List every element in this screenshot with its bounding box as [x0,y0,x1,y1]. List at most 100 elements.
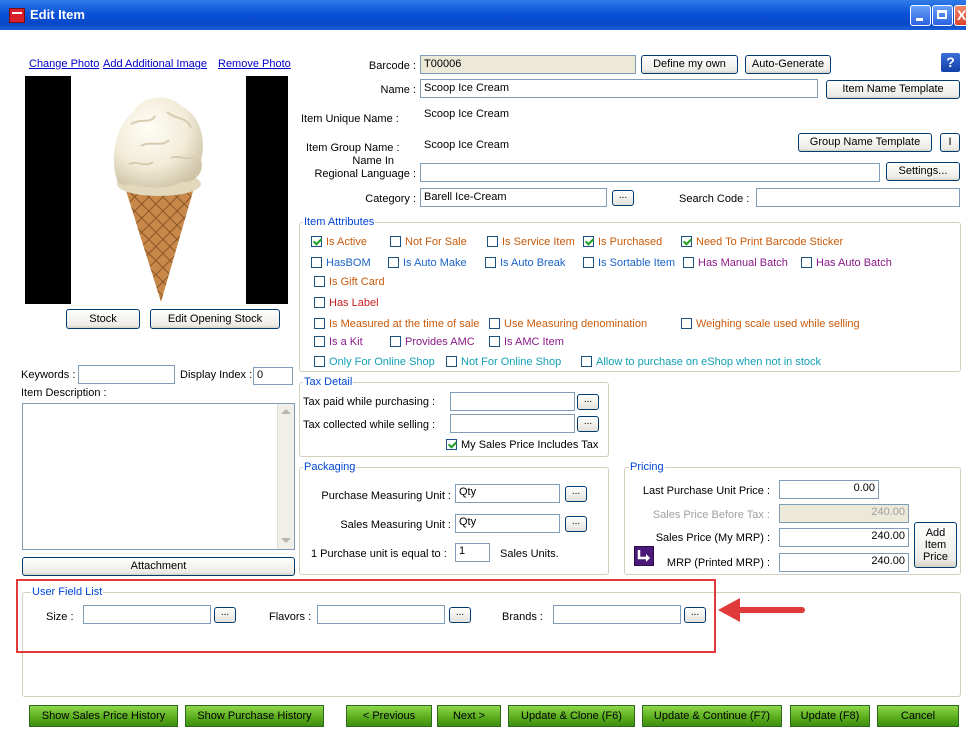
is-active-checkbox[interactable]: Is Active [311,235,367,248]
tax-collected-input[interactable] [450,414,575,433]
stock-button[interactable]: Stock [66,309,140,329]
has-manual-batch-checkbox[interactable]: Has Manual Batch [683,256,788,269]
checkbox-icon [314,275,325,287]
is-a-kit-checkbox[interactable]: Is a Kit [314,335,363,348]
is-amc-item-checkbox[interactable]: Is AMC Item [489,335,564,348]
sales-unit-picker-button[interactable]: ... [565,516,587,532]
keywords-label: Keywords : [21,369,76,381]
show-purchase-history-button[interactable]: Show Purchase History [185,705,324,727]
not-for-sale-checkbox[interactable]: Not For Sale [390,235,467,248]
minimize-button[interactable] [910,5,931,26]
need-to-print-barcode-sticker-checkbox[interactable]: Need To Print Barcode Sticker [681,235,843,248]
sales-price-includes-tax-checkbox[interactable]: My Sales Price Includes Tax [446,438,599,451]
search-code-input[interactable] [756,188,960,207]
is-sortable-item-label: Is Sortable Item [598,257,676,269]
add-additional-image-link[interactable]: Add Additional Image [103,58,207,70]
name-input[interactable]: Scoop Ice Cream [420,79,818,98]
search-code-label: Search Code : [679,193,750,205]
group-name-template-button[interactable]: Group Name Template [798,133,932,152]
checkbox-icon [681,235,692,247]
define-my-own-button[interactable]: Define my own [641,55,738,74]
purchase-unit-equal-input[interactable]: 1 [455,543,490,562]
scroll-down-icon[interactable] [281,538,291,543]
use-measuring-denomination-checkbox[interactable]: Use Measuring denomination [489,317,647,330]
item-description-textarea[interactable] [22,403,295,550]
weighing-scale-used-checkbox[interactable]: Weighing scale used while selling [681,317,860,330]
is-measured-at-time-of-sale-checkbox[interactable]: Is Measured at the time of sale [314,317,479,330]
only-for-online-shop-checkbox[interactable]: Only For Online Shop [314,355,435,368]
display-index-input[interactable]: 0 [253,367,293,385]
purchase-measuring-unit-input[interactable]: Qty [455,484,560,503]
barcode-input[interactable]: T00006 [420,55,636,74]
checkbox-icon [390,235,401,247]
update-continue-button[interactable]: Update & Continue (F7) [642,705,782,727]
allow-purchase-eshop-label: Allow to purchase on eShop when not in s… [596,356,822,368]
scroll-up-icon[interactable] [281,409,291,414]
description-scrollbar[interactable] [277,404,294,549]
close-button[interactable]: X [954,5,966,26]
is-auto-make-checkbox[interactable]: Is Auto Make [388,256,467,269]
checkbox-icon [489,317,500,329]
update-button[interactable]: Update (F8) [790,705,870,727]
previous-button[interactable]: < Previous [346,705,432,727]
photo-right-bar [246,76,288,304]
tax-paid-picker-button[interactable]: ... [577,394,599,410]
cancel-button[interactable]: Cancel [877,705,959,727]
title-bar: Edit Item X [0,0,966,30]
is-active-label: Is Active [326,236,367,248]
checkbox-icon [388,256,399,268]
item-name-template-button[interactable]: Item Name Template [826,80,960,99]
regional-language-input[interactable] [420,163,880,182]
change-photo-link[interactable]: Change Photo [29,58,99,70]
remove-photo-link[interactable]: Remove Photo [218,58,291,70]
has-bom-checkbox[interactable]: HasBOM [311,256,371,269]
allow-purchase-eshop-checkbox[interactable]: Allow to purchase on eShop when not in s… [581,355,822,368]
attachment-button[interactable]: Attachment [22,557,295,576]
last-purchase-price-input[interactable]: 0.00 [779,480,879,499]
is-service-item-checkbox[interactable]: Is Service Item [487,235,575,248]
sales-measuring-unit-label: Sales Measuring Unit : [340,519,451,531]
group-name-extra-button[interactable]: I [940,133,960,152]
sales-price-my-mrp-input[interactable]: 240.00 [779,528,909,547]
sales-units-label: Sales Units. [500,548,559,560]
has-auto-batch-checkbox[interactable]: Has Auto Batch [801,256,892,269]
name-label: Name : [380,84,416,96]
tax-collected-picker-button[interactable]: ... [577,416,599,432]
checkbox-icon [801,256,812,268]
not-for-online-shop-checkbox[interactable]: Not For Online Shop [446,355,562,368]
tax-paid-input[interactable] [450,392,575,411]
red-arrow-icon [718,598,805,622]
keywords-input[interactable] [78,365,175,384]
maximize-button[interactable] [932,5,953,26]
update-clone-button[interactable]: Update & Clone (F6) [508,705,635,727]
next-button[interactable]: Next > [437,705,501,727]
edit-opening-stock-button[interactable]: Edit Opening Stock [150,309,280,329]
settings-button[interactable]: Settings... [886,162,960,181]
sales-measuring-unit-input[interactable]: Qty [455,514,560,533]
category-input[interactable]: Barell Ice-Cream [420,188,607,207]
category-picker-button[interactable]: ... [612,190,634,206]
not-for-online-shop-label: Not For Online Shop [461,356,562,368]
is-gift-card-checkbox[interactable]: Is Gift Card [314,275,385,288]
checkbox-icon [314,296,325,308]
provides-amc-checkbox[interactable]: Provides AMC [390,335,475,348]
checkbox-icon [581,355,592,367]
is-purchased-checkbox[interactable]: Is Purchased [583,235,662,248]
is-auto-break-checkbox[interactable]: Is Auto Break [485,256,565,269]
show-sales-price-history-button[interactable]: Show Sales Price History [29,705,178,727]
tax-paid-label: Tax paid while purchasing : [303,396,436,408]
auto-generate-button[interactable]: Auto-Generate [745,55,831,74]
has-bom-label: HasBOM [326,257,371,269]
has-label-checkbox[interactable]: Has Label [314,296,379,309]
checkbox-icon [446,355,457,367]
sales-price-includes-tax-label: My Sales Price Includes Tax [461,439,599,451]
is-sortable-item-checkbox[interactable]: Is Sortable Item [583,256,676,269]
category-label: Category : [365,193,416,205]
highlight-box [16,579,716,653]
mrp-printed-input[interactable]: 240.00 [779,553,909,572]
regional-label-line2: Regional Language : [314,168,416,180]
checkbox-icon [311,235,322,247]
add-item-price-button[interactable]: Add Item Price [914,522,957,568]
purchase-unit-picker-button[interactable]: ... [565,486,587,502]
help-icon[interactable]: ? [941,53,960,72]
